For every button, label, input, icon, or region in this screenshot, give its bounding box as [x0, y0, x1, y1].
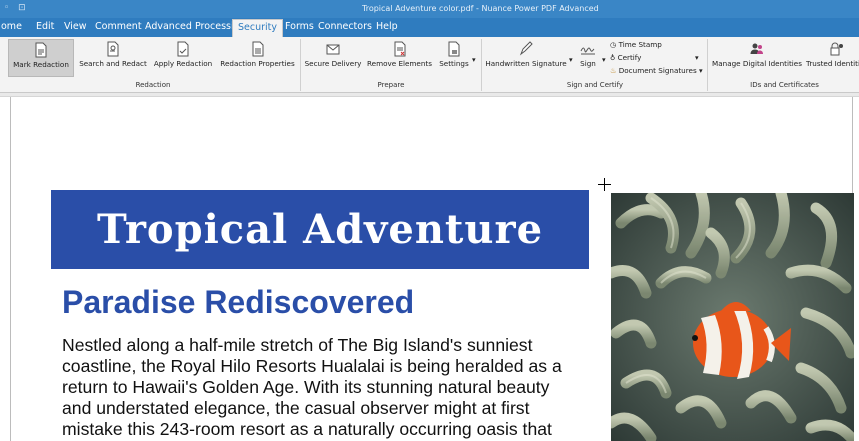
time-stamp-button[interactable]: ◷ Time Stamp — [610, 40, 662, 49]
certify-dropdown-icon[interactable]: ▾ — [695, 53, 699, 62]
page-left-edge — [10, 97, 11, 441]
search-and-redact-button[interactable]: Search and Redact — [77, 39, 149, 77]
remove-elements-icon — [394, 41, 405, 57]
crosshair-cursor-icon — [598, 178, 611, 191]
body-line: return to Hawaii's Golden Age. With its … — [62, 377, 550, 397]
document-signatures-icon: ♨ — [610, 66, 617, 75]
settings-dropdown-icon[interactable]: ▾ — [472, 55, 476, 64]
clownfish-photo — [611, 193, 854, 441]
apply-redaction-icon — [177, 41, 189, 57]
tab-comment[interactable]: Comment — [95, 21, 142, 32]
manage-digital-identities-button[interactable]: Manage Digital Identities — [710, 39, 804, 77]
document-signatures-button[interactable]: ♨ Document Signatures — [610, 66, 697, 75]
redaction-properties-icon — [252, 41, 263, 57]
ribbon-separator — [707, 39, 708, 91]
manage-digital-identities-label: Manage Digital Identities — [712, 59, 802, 68]
document-body: Nestled along a half-mile stretch of The… — [62, 335, 592, 440]
redaction-properties-label: Redaction Properties — [220, 59, 295, 68]
menu-bar: ome Edit View Comment Advanced Processin… — [0, 18, 859, 37]
trusted-identity-icon — [830, 42, 843, 56]
ribbon-separator — [300, 39, 301, 91]
redaction-properties-button[interactable]: Redaction Properties — [218, 39, 297, 77]
body-line: mistake this 243-room resort as a natura… — [62, 419, 552, 439]
sign-dropdown-icon[interactable]: ▾ — [602, 55, 606, 64]
mark-redaction-icon — [35, 42, 47, 58]
search-redact-icon — [107, 41, 119, 57]
settings-icon — [448, 41, 460, 57]
search-and-redact-label: Search and Redact — [79, 59, 147, 68]
certify-label: Certify — [617, 53, 642, 62]
remove-elements-button[interactable]: Remove Elements — [366, 39, 433, 77]
window-title: Tropical Adventure color.pdf - Nuance Po… — [362, 4, 599, 13]
tab-connectors[interactable]: Connectors — [318, 21, 372, 32]
sign-group-label: Sign and Certify — [566, 81, 624, 89]
ribbon: Mark Redaction Search and Redact Apply R… — [0, 37, 859, 93]
secure-delivery-icon — [326, 44, 340, 55]
tab-forms[interactable]: Forms — [285, 21, 314, 32]
mark-redaction-button[interactable]: Mark Redaction — [8, 39, 74, 77]
remove-elements-label: Remove Elements — [367, 59, 432, 68]
apply-redaction-label: Apply Redaction — [153, 59, 213, 68]
document-signatures-dropdown-icon[interactable]: ▾ — [699, 66, 703, 75]
trusted-identities-label: Trusted Identiti — [806, 59, 859, 68]
trusted-identities-button[interactable]: Trusted Identiti — [806, 39, 859, 77]
clock-icon: ◷ — [610, 40, 617, 49]
document-signatures-label: Document Signatures — [618, 66, 697, 75]
ids-group-label: IDs and Certificates — [750, 81, 819, 89]
body-line: Nestled along a half-mile stretch of The… — [62, 335, 533, 355]
title-bar: ◦ ⊡ Tropical Adventure color.pdf - Nuanc… — [0, 0, 859, 18]
sign-button[interactable]: Sign — [575, 39, 601, 77]
document-banner: Tropical Adventure — [51, 190, 589, 269]
settings-button[interactable]: Settings — [436, 39, 472, 77]
ribbon-separator — [481, 39, 482, 91]
pen-icon — [519, 41, 533, 56]
document-subhead: Paradise Rediscovered — [62, 284, 415, 320]
handwritten-dropdown-icon[interactable]: ▾ — [569, 55, 573, 64]
document-toolbar-edge — [0, 93, 859, 97]
users-icon — [750, 43, 763, 54]
quick-access-toolbar[interactable]: ◦ ⊡ — [4, 3, 29, 13]
signature-icon — [580, 47, 595, 55]
tab-view[interactable]: View — [64, 21, 87, 32]
certify-icon: ♁ — [610, 53, 616, 62]
certify-button[interactable]: ♁ Certify — [610, 53, 641, 62]
tab-help[interactable]: Help — [376, 21, 398, 32]
handwritten-signature-button[interactable]: Handwritten Signature — [484, 39, 568, 77]
secure-delivery-label: Secure Delivery — [304, 59, 362, 68]
secure-delivery-button[interactable]: Secure Delivery — [303, 39, 363, 77]
tab-advanced-processing[interactable]: Advanced Processing — [145, 21, 246, 32]
body-line: and understated elegance, the casual obs… — [62, 398, 530, 418]
mark-redaction-label: Mark Redaction — [13, 60, 69, 69]
clownfish-image — [611, 193, 854, 441]
settings-label: Settings — [439, 59, 469, 68]
prepare-group-label: Prepare — [377, 81, 405, 89]
time-stamp-label: Time Stamp — [618, 40, 662, 49]
tab-home[interactable]: ome — [1, 21, 22, 32]
tab-security[interactable]: Security — [232, 19, 284, 37]
redaction-group-label: Redaction — [135, 81, 171, 89]
apply-redaction-button[interactable]: Apply Redaction — [152, 39, 214, 77]
tab-edit[interactable]: Edit — [36, 21, 54, 32]
handwritten-signature-label: Handwritten Signature — [485, 59, 567, 68]
sign-label: Sign — [580, 59, 596, 68]
body-line: coastline, the Royal Hilo Resorts Hualal… — [62, 356, 562, 376]
